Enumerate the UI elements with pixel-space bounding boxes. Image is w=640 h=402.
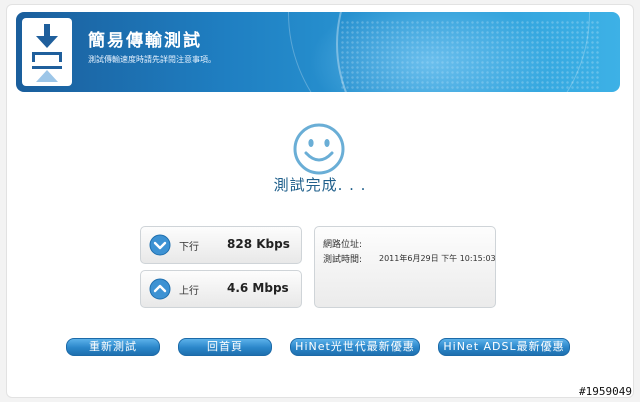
- hinet-adsl-promo-button[interactable]: HiNet ADSL最新優惠: [438, 338, 570, 356]
- hinet-fiber-promo-button[interactable]: HiNet光世代最新優惠: [290, 338, 420, 356]
- test-time-value: 2011年6月29日 下午 10:15:03: [379, 254, 496, 263]
- home-button[interactable]: 回首頁: [178, 338, 272, 356]
- page-subtitle: 測試傳輸速度時請先詳閱注意事項。: [88, 55, 216, 64]
- watermark: #1959049: [579, 385, 632, 398]
- test-time-label: 測試時間:: [323, 255, 363, 265]
- banner-arc: [288, 12, 590, 92]
- page-title: 簡易傳輸測試: [88, 31, 202, 51]
- retest-button[interactable]: 重新測試: [66, 338, 160, 356]
- arrow-down-icon: [149, 234, 171, 256]
- status-text: 測試完成. . .: [273, 176, 367, 194]
- test-info-box: 網路位址: 測試時間: 2011年6月29日 下午 10:15:03: [314, 226, 496, 308]
- upload-speed-box: 上行 4.6 Mbps: [140, 270, 302, 308]
- ip-address-label: 網路位址:: [323, 240, 363, 250]
- transfer-icon: [22, 18, 72, 86]
- download-value: 828 Kbps: [227, 237, 290, 251]
- smiley-icon: [292, 122, 346, 176]
- header-banner: 簡易傳輸測試 測試傳輸速度時請先詳閱注意事項。: [16, 12, 620, 92]
- upload-value: 4.6 Mbps: [227, 281, 289, 295]
- upload-label: 上行: [179, 286, 199, 297]
- arrow-up-icon: [149, 278, 171, 300]
- download-speed-box: 下行 828 Kbps: [140, 226, 302, 264]
- download-label: 下行: [179, 242, 199, 253]
